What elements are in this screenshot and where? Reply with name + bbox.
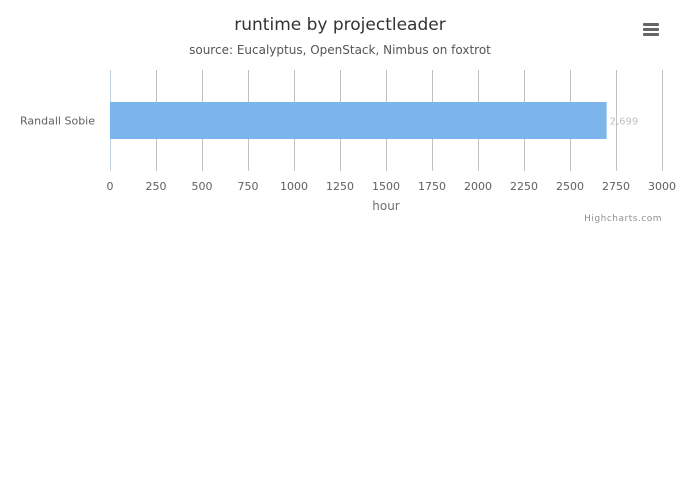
x-tick-label: 3000 xyxy=(648,180,676,193)
chart-svg: 0 250 500 750 1000 1250 1500 1750 2000 2250 2500 27… xyxy=(20,70,677,213)
data-labels: 2,699 xyxy=(610,117,639,128)
data-label: 2,699 xyxy=(610,117,639,128)
x-tick-label: 250 xyxy=(146,180,167,193)
bar[interactable] xyxy=(110,102,607,139)
x-tick-label: 1250 xyxy=(326,180,354,193)
credits-link[interactable]: Highcharts.com xyxy=(584,214,662,224)
x-axis-ticks: 0 250 500 750 1000 1250 1500 1750 2000 2250 2500 27… xyxy=(107,180,677,193)
x-tick-label: 500 xyxy=(192,180,213,193)
x-tick-label: 2000 xyxy=(464,180,492,193)
category-labels: Randall Sobie xyxy=(20,115,95,128)
category-label: Randall Sobie xyxy=(20,115,95,128)
x-tick-label: 1500 xyxy=(372,180,400,193)
bars xyxy=(110,102,607,139)
x-tick-label: 2500 xyxy=(556,180,584,193)
x-axis-title: hour xyxy=(372,199,400,213)
x-tick-label: 2750 xyxy=(602,180,630,193)
x-tick-label: 1750 xyxy=(418,180,446,193)
x-tick-label: 750 xyxy=(238,180,259,193)
x-tick-label: 0 xyxy=(107,180,114,193)
x-tick-label: 2250 xyxy=(510,180,538,193)
x-tick-label: 1000 xyxy=(280,180,308,193)
